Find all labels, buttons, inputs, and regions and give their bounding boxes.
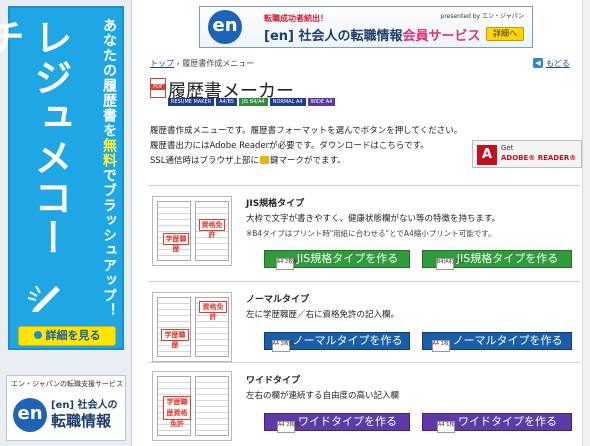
template-title: ノーマルタイプ bbox=[246, 295, 310, 305]
a4-2page-icon: A4 2枚組 bbox=[275, 258, 298, 270]
b4-1page-icon: B4(A4) 1枚 bbox=[435, 258, 464, 270]
en-logo: en bbox=[208, 10, 245, 44]
en-member-service-banner[interactable]: en 転職成功者続出！ presented by エン・ジャパン [en] 社会… bbox=[199, 6, 533, 48]
adobe-get-label: Get bbox=[501, 144, 514, 152]
promo-subtitle: あなたの履歴書を無料でブラッシュアップ！ bbox=[101, 18, 117, 318]
en-service-brand: [en] 社会人の bbox=[51, 400, 118, 411]
back-link[interactable]: もどる bbox=[546, 58, 570, 69]
banner-title: [en] 社会人の転職情報会員サービス bbox=[264, 29, 481, 44]
jis-template-thumbnail: 学歴職歴 資格免許 bbox=[152, 196, 232, 266]
intro-line: SSL通信時はブラウザ上部に 鍵マークがでます。 bbox=[150, 156, 346, 166]
details-button[interactable]: 詳細を見る bbox=[18, 326, 116, 346]
en-service-banner[interactable]: エン・ジャパンの転職支援サービス en [en] 社会人の 転職情報 bbox=[6, 375, 126, 441]
template-description: 左右の欄が連続する自由度の高い記入欄 bbox=[246, 391, 400, 401]
circle-bullet-icon bbox=[33, 331, 42, 339]
normal-a4-2page-button[interactable]: A4 2枚組ノーマルタイプを作る bbox=[264, 332, 410, 352]
template-row-jis: 学歴職歴 資格免許 JIS規格タイプ 大枠で文字が書きやすく、健康状態欄がない等… bbox=[148, 185, 580, 275]
template-description: 大枠で文字が書きやすく、健康状態欄がない等の特徴を持ちます。 bbox=[246, 214, 501, 224]
format-tag: WIDE A4 bbox=[307, 98, 336, 106]
en-service-label: エン・ジャパンの転職支援サービス bbox=[11, 380, 123, 388]
format-tag: A4/B5 bbox=[216, 98, 238, 106]
template-row-normal: 学歴職歴 資格免許 ノーマルタイプ 左に学歴職歴／右に資格免許の記入欄。 A4 … bbox=[148, 281, 580, 362]
wide-a4-1page-button[interactable]: A4 1枚 ワイドタイプを作る bbox=[422, 413, 572, 433]
promo-title: レジュメコーチ bbox=[0, 18, 72, 258]
normal-template-thumbnail: 学歴職歴 資格免許 bbox=[152, 292, 232, 362]
template-title: ワイドタイプ bbox=[246, 376, 301, 386]
wide-template-thumbnail: 学歴職歴資格免許 bbox=[152, 371, 232, 441]
intro-line: 履歴書出力にはAdobe Readerが必要です。ダウンロードはこちらです。 bbox=[150, 141, 429, 151]
a4-2page-icon: A4 2枚組 bbox=[277, 421, 299, 433]
intro-text: 履歴書作成メニューです。履歴書フォーマットを選んでボタンを押してください。 履歴… bbox=[150, 124, 480, 169]
pdf-icon bbox=[150, 78, 166, 98]
format-tag: JIS B4/A4 bbox=[239, 98, 268, 106]
breadcrumb-current: 履歴書作成メニュー bbox=[182, 59, 255, 68]
lock-icon bbox=[260, 156, 270, 164]
format-tag: RESUME MAKER bbox=[168, 98, 215, 106]
en-logo: en bbox=[13, 398, 50, 432]
adobe-reader-label: ADOBE® READER® bbox=[501, 154, 577, 162]
en-service-name: 転職情報 bbox=[51, 412, 112, 430]
get-adobe-reader-button[interactable]: A Get ADOBE® READER® bbox=[472, 140, 582, 168]
a4-1page-icon: A4 1枚 bbox=[431, 340, 450, 352]
normal-a4-1page-button[interactable]: A4 1枚 ノーマルタイプを作る bbox=[422, 332, 572, 352]
template-row-wide: 学歴職歴資格免許 ワイドタイプ 左右の欄が連続する自由度の高い記入欄 A4 2枚… bbox=[148, 362, 580, 442]
thumb-label-license: 資格免許 bbox=[199, 301, 227, 321]
jis-b4-button[interactable]: B4(A4) 1枚JIS規格タイプを作る bbox=[422, 250, 572, 270]
thumb-label-education-license: 学歴職歴資格免許 bbox=[163, 396, 191, 428]
pen-icon bbox=[27, 285, 60, 312]
jis-a4-button[interactable]: A4 2枚組JIS規格タイプを作る bbox=[264, 250, 410, 270]
template-title: JIS規格タイプ bbox=[246, 199, 305, 209]
sidebar: あなたの履歴書を無料でブラッシュアップ！ レジュメコーチ 詳細を見る エン・ジャ… bbox=[0, 0, 132, 446]
format-tag: NORMAL A4 bbox=[269, 98, 306, 106]
adobe-logo-icon: A bbox=[477, 145, 497, 165]
vertical-scrollbar[interactable] bbox=[582, 0, 590, 446]
breadcrumb-top-link[interactable]: トップ bbox=[150, 59, 174, 68]
thumb-label-license: 資格免許 bbox=[199, 219, 225, 239]
back-arrow-icon[interactable]: ◀ bbox=[533, 58, 543, 68]
intro-line: 履歴書作成メニューです。履歴書フォーマットを選んでボタンを押してください。 bbox=[150, 126, 463, 136]
wide-a4-2page-button[interactable]: A4 2枚組ワイドタイプを作る bbox=[264, 413, 410, 433]
breadcrumb-separator: › bbox=[176, 59, 180, 68]
format-tags: RESUME MAKER A4/B5 JIS B4/A4 NORMAL A4 WIDE … bbox=[168, 98, 337, 106]
thumb-label-education: 学歴職歴 bbox=[161, 329, 189, 349]
a4-1page-icon: A4 1枚 bbox=[437, 421, 455, 433]
banner-tagline: 転職成功者続出！ bbox=[264, 14, 328, 23]
template-description: 左に学歴職歴／右に資格免許の記入欄。 bbox=[246, 310, 400, 320]
thumb-label-education: 学歴職歴 bbox=[163, 233, 189, 253]
a4-2page-icon: A4 2枚組 bbox=[271, 340, 294, 352]
resume-coach-banner[interactable]: あなたの履歴書を無料でブラッシュアップ！ レジュメコーチ 詳細を見る bbox=[0, 6, 124, 350]
breadcrumb: トップ › 履歴書作成メニュー bbox=[150, 58, 254, 69]
template-note: ※B4タイプはプリント時"用紙に合わせる"とでA4縮小プリント可能です。 bbox=[246, 229, 496, 238]
banner-details-button[interactable]: 詳細へ bbox=[486, 27, 524, 41]
banner-presented-by: presented by エン・ジャパン bbox=[440, 13, 524, 20]
